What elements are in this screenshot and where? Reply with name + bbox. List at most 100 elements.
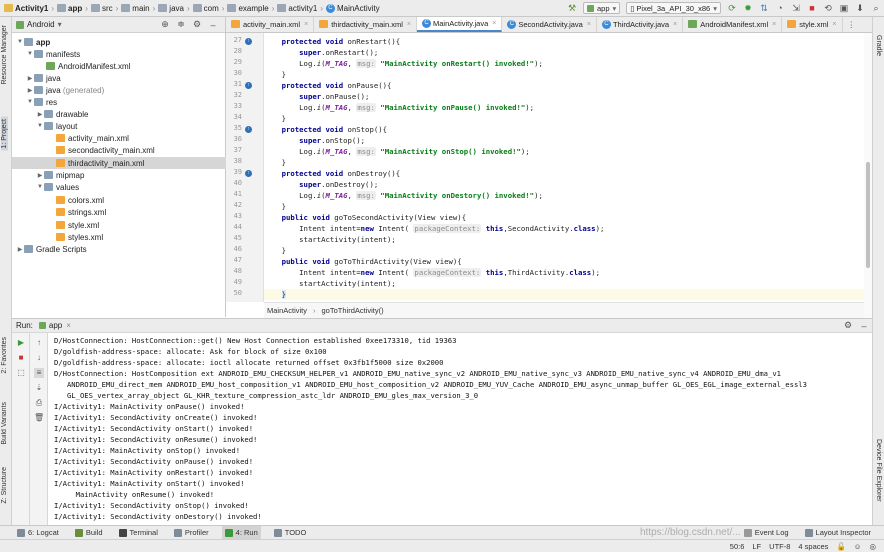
tree-gradle-scripts[interactable]: ▶ Gradle Scripts xyxy=(16,243,87,255)
sync-icon[interactable]: ⟲ xyxy=(822,2,834,14)
run-config-tab[interactable]: app xyxy=(49,321,62,330)
minimize-icon[interactable]: – xyxy=(858,320,870,332)
breadcrumb-mainactivity[interactable]: C MainActivity xyxy=(325,3,380,13)
todo-button[interactable]: TODO xyxy=(271,526,310,540)
favorites-tab[interactable]: 2: Favorites xyxy=(1,337,8,374)
gradle-tab[interactable]: Gradle xyxy=(875,35,882,56)
sdk-manager-icon[interactable]: ⬇ xyxy=(854,2,866,14)
profiler-button[interactable]: Profiler xyxy=(171,526,212,540)
tab-androidmanifest[interactable]: AndroidManifest.xml × xyxy=(683,17,783,32)
build-variants-tab[interactable]: Build Variants xyxy=(1,402,8,445)
breadcrumb-activity1[interactable]: activity1 › xyxy=(277,4,323,13)
close-icon[interactable]: × xyxy=(673,21,677,28)
tab-secondactivity[interactable]: C SecondActivity.java × xyxy=(502,17,597,32)
close-icon[interactable]: × xyxy=(304,21,308,28)
code-editor[interactable]: protected void onRestart(){ super.onRest… xyxy=(264,33,864,302)
run-button[interactable]: 4: Run xyxy=(221,525,261,540)
down-icon[interactable]: ↓ xyxy=(34,353,44,363)
tree-strings[interactable]: strings.xml xyxy=(56,206,106,218)
rerun-icon[interactable]: ⟳ xyxy=(726,2,738,14)
tab-activity-main[interactable]: activity_main.xml × xyxy=(226,17,315,32)
gear-icon[interactable]: ⚙ xyxy=(191,19,203,31)
lock-icon[interactable]: 🔓 xyxy=(836,542,845,551)
event-log-button[interactable]: Event Log xyxy=(741,526,792,540)
tree-app[interactable]: ▼ app xyxy=(16,36,50,48)
device-select[interactable]: ▯ Pixel_3a_API_30_x86 ▾ xyxy=(626,2,721,14)
face-icon[interactable]: ☺ xyxy=(854,542,862,551)
tab-thirdactivity-main[interactable]: thirdactivity_main.xml × xyxy=(314,17,417,32)
minimize-icon[interactable]: – xyxy=(207,19,219,31)
logcat-button[interactable]: 6: Logcat xyxy=(14,526,62,540)
tree-drawable[interactable]: ▶ drawable xyxy=(36,108,89,120)
breadcrumb-com[interactable]: com › xyxy=(192,4,224,13)
tree-values[interactable]: ▼ values xyxy=(36,181,79,193)
hammer-icon[interactable]: ⚒ xyxy=(566,2,578,14)
breadcrumb-java[interactable]: java › xyxy=(158,4,190,13)
run-config-select[interactable]: app ▾ xyxy=(583,2,621,14)
tree-styles[interactable]: styles.xml xyxy=(56,231,103,243)
terminal-button[interactable]: Terminal xyxy=(116,526,161,540)
rerun-icon[interactable]: ▶ xyxy=(16,338,26,348)
scroll-to-end-icon[interactable]: ⇣ xyxy=(34,383,44,393)
project-tab[interactable]: 1: Project xyxy=(1,117,8,151)
tab-thirdactivity[interactable]: C ThirdActivity.java × xyxy=(597,17,684,32)
tab-overflow-icon[interactable]: ⋮ xyxy=(843,17,861,32)
debug-icon[interactable]: ✹ xyxy=(742,2,754,14)
editor-scrollbar-thumb[interactable] xyxy=(866,162,870,268)
breadcrumb-app[interactable]: app › xyxy=(57,4,88,13)
soft-wrap-icon[interactable]: ≡ xyxy=(34,368,44,378)
avd-manager-icon[interactable]: ▣ xyxy=(838,2,850,14)
search-icon[interactable]: ⌕ xyxy=(870,2,882,14)
tab-mainactivity[interactable]: C MainActivity.java × xyxy=(416,17,503,32)
close-icon[interactable]: × xyxy=(772,21,776,28)
chevron-down-icon[interactable]: ▾ xyxy=(58,20,62,29)
tree-secondactivity-main[interactable]: secondactivity_main.xml xyxy=(56,144,155,156)
device-file-explorer-tab[interactable]: Device File Explorer xyxy=(875,439,882,502)
console-output[interactable]: D/HostConnection: HostConnection::get() … xyxy=(48,333,872,525)
tab-style[interactable]: style.xml × xyxy=(782,17,843,32)
collapse-icon[interactable]: ≑ xyxy=(175,19,187,31)
breadcrumb-main[interactable]: main › xyxy=(121,4,155,13)
print-icon[interactable]: ⎙ xyxy=(34,398,44,408)
trash-icon[interactable]: 🗑 xyxy=(34,413,44,423)
close-icon[interactable]: × xyxy=(66,321,71,330)
build-button[interactable]: Build xyxy=(72,526,106,540)
close-icon[interactable]: × xyxy=(407,21,411,28)
inspection-icon[interactable]: ◎ xyxy=(869,542,876,551)
stop-icon[interactable]: ■ xyxy=(16,353,26,363)
up-icon[interactable]: ↑ xyxy=(34,338,44,348)
apply-changes-icon[interactable]: ⇅ xyxy=(758,2,770,14)
file-encoding[interactable]: UTF-8 xyxy=(769,542,790,551)
tree-style[interactable]: style.xml xyxy=(56,219,99,231)
breadcrumb-method[interactable]: goToThirdActivity() xyxy=(322,306,384,315)
breadcrumb-class[interactable]: MainActivity xyxy=(267,306,307,315)
override-marker-icon[interactable]: ↑ xyxy=(245,170,252,177)
project-view-select[interactable]: Android xyxy=(27,20,55,29)
locate-icon[interactable]: ⊕ xyxy=(159,19,171,31)
tree-colors[interactable]: colors.xml xyxy=(56,194,104,206)
line-separator[interactable]: LF xyxy=(752,542,761,551)
tree-thirdactivity-main[interactable]: thirdactivity_main.xml xyxy=(56,157,144,169)
resource-manager-tab[interactable]: Resource Manager xyxy=(1,25,8,85)
restore-layout-icon[interactable]: ⬚ xyxy=(16,368,26,378)
override-marker-icon[interactable]: ↑ xyxy=(245,82,252,89)
stop-icon[interactable]: ■ xyxy=(806,2,818,14)
tree-java-generated[interactable]: ▶ java (generated) xyxy=(26,84,105,96)
structure-tab[interactable]: Z: Structure xyxy=(1,467,8,504)
close-icon[interactable]: × xyxy=(832,21,836,28)
tree-res[interactable]: ▼ res xyxy=(26,96,57,108)
tree-java[interactable]: ▶ java xyxy=(26,72,61,84)
override-marker-icon[interactable]: ↑ xyxy=(245,38,252,45)
attach-icon[interactable]: ⇲ xyxy=(790,2,802,14)
profile-icon[interactable]: ◔ xyxy=(774,2,786,14)
indent-setting[interactable]: 4 spaces xyxy=(798,542,828,551)
breadcrumb-example[interactable]: example › xyxy=(227,4,274,13)
breadcrumb-src[interactable]: src › xyxy=(90,4,118,13)
tree-activity-main[interactable]: activity_main.xml xyxy=(56,132,129,144)
tree-manifests[interactable]: ▼ manifests xyxy=(26,48,80,60)
breadcrumb-project[interactable]: Activity1 › xyxy=(4,4,54,13)
layout-inspector-button[interactable]: Layout Inspector xyxy=(802,526,874,540)
tree-androidmanifest[interactable]: AndroidManifest.xml xyxy=(46,60,130,72)
tree-layout[interactable]: ▼ layout xyxy=(36,120,77,132)
close-icon[interactable]: × xyxy=(492,20,496,27)
